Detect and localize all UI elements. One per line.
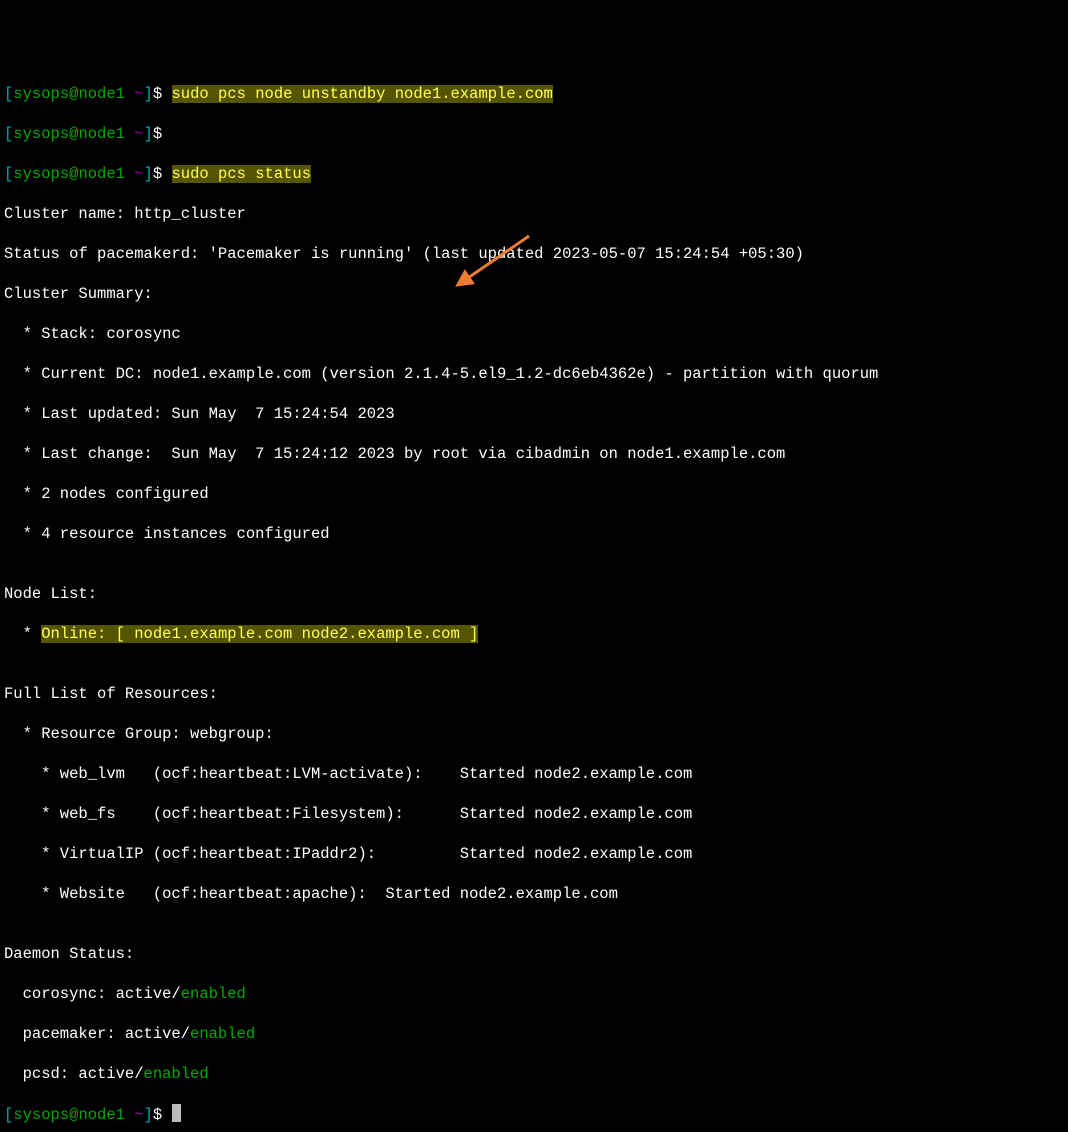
out-reslist-hdr: Full List of Resources: xyxy=(4,684,1064,704)
out-res-cfg: * 4 resource instances configured xyxy=(4,524,1064,544)
out-daemon-hdr: Daemon Status: xyxy=(4,944,1064,964)
prompt-line-4[interactable]: [sysops@node1 ~]$ xyxy=(4,1104,1064,1125)
prompt-tilde: ~ xyxy=(134,85,143,103)
prompt-line-2[interactable]: [sysops@node1 ~]$ xyxy=(4,124,1064,144)
out-pacemaker: pacemaker: active/enabled xyxy=(4,1024,1064,1044)
out-res-4: * Website (ocf:heartbeat:apache): Starte… xyxy=(4,884,1064,904)
out-nodelist-hdr: Node List: xyxy=(4,584,1064,604)
out-res-group: * Resource Group: webgroup: xyxy=(4,724,1064,744)
prompt-bracket-open: [ xyxy=(4,85,13,103)
out-pacemakerd: Status of pacemakerd: 'Pacemaker is runn… xyxy=(4,244,1064,264)
prompt-user: sysops xyxy=(13,85,69,103)
out-nodes-cfg: * 2 nodes configured xyxy=(4,484,1064,504)
status-enabled: enabled xyxy=(190,1025,255,1043)
prompt-bracket-close: ] xyxy=(144,85,153,103)
out-nodelist: * Online: [ node1.example.com node2.exam… xyxy=(4,624,1064,644)
out-last-change: * Last change: Sun May 7 15:24:12 2023 b… xyxy=(4,444,1064,464)
status-enabled: enabled xyxy=(181,985,246,1003)
out-corosync: corosync: active/enabled xyxy=(4,984,1064,1004)
out-stack: * Stack: corosync xyxy=(4,324,1064,344)
out-current-dc: * Current DC: node1.example.com (version… xyxy=(4,364,1064,384)
prompt-space xyxy=(125,85,134,103)
status-enabled: enabled xyxy=(144,1065,209,1083)
out-last-updated: * Last updated: Sun May 7 15:24:54 2023 xyxy=(4,404,1064,424)
out-cluster-name: Cluster name: http_cluster xyxy=(4,204,1064,224)
out-res-2: * web_fs (ocf:heartbeat:Filesystem): Sta… xyxy=(4,804,1064,824)
out-res-3: * VirtualIP (ocf:heartbeat:IPaddr2): Sta… xyxy=(4,844,1064,864)
cursor xyxy=(172,1104,181,1122)
out-pcsd: pcsd: active/enabled xyxy=(4,1064,1064,1084)
online-nodes: Online: [ node1.example.com node2.exampl… xyxy=(41,625,478,643)
prompt-host: node1 xyxy=(78,85,125,103)
command-unstandby: sudo pcs node unstandby node1.example.co… xyxy=(172,85,553,103)
out-res-1: * web_lvm (ocf:heartbeat:LVM-activate): … xyxy=(4,764,1064,784)
out-summary-hdr: Cluster Summary: xyxy=(4,284,1064,304)
prompt-dollar: $ xyxy=(153,85,172,103)
prompt-line-3[interactable]: [sysops@node1 ~]$ sudo pcs status xyxy=(4,164,1064,184)
prompt-line-1[interactable]: [sysops@node1 ~]$ sudo pcs node unstandb… xyxy=(4,84,1064,104)
command-status: sudo pcs status xyxy=(172,165,312,183)
